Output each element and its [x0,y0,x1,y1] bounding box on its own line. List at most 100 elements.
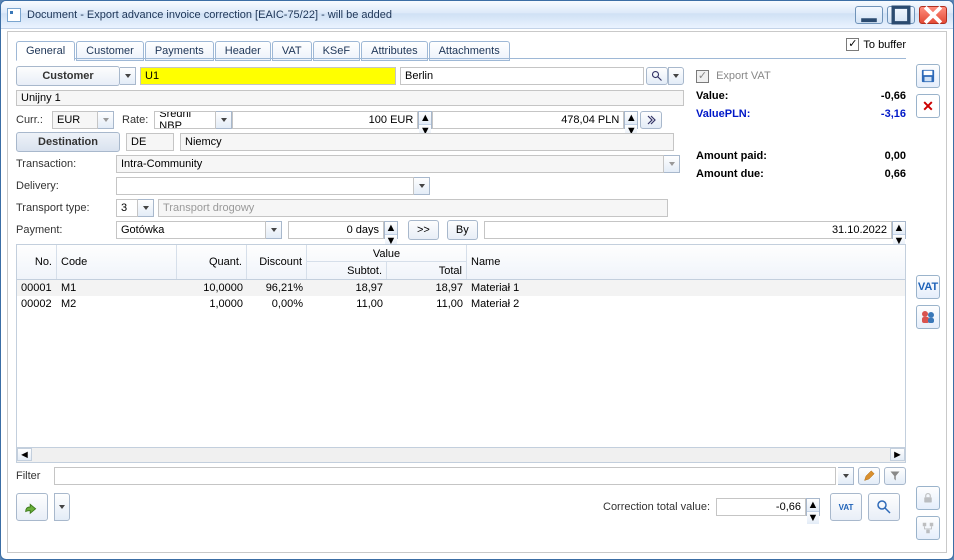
payment-by-button[interactable]: By [447,220,478,240]
col-subtot[interactable]: Subtot. [307,261,387,279]
summary-block: Export VAT Value: -0,66 ValuePLN: -3,16 Am… [696,66,906,184]
import-dropdown[interactable] [54,493,70,521]
rate-label: Rate: [122,114,148,126]
rate-pln-input[interactable]: 478,04 PLN [432,111,624,129]
col-total[interactable]: Total [387,261,467,279]
to-buffer-checkbox[interactable] [846,38,859,51]
export-vat-checkbox [696,70,709,83]
destination-name: Niemcy [180,133,674,151]
delivery-select[interactable] [116,177,414,195]
rate-next-button[interactable] [640,111,662,129]
transaction-value: Intra-Community [116,155,664,173]
app-icon [7,8,21,22]
table-row[interactable]: 00002M21,00000,00%11,0011,00Materiał 2 [17,296,905,312]
transaction-dropdown[interactable] [664,155,680,173]
valuepln-amount: -3,16 [881,108,906,120]
lines-header: No. Code Quant. Discount Value Subtot. T… [16,244,906,280]
payment-date-spinner[interactable]: ▲▼ [892,221,906,239]
minimize-button[interactable] [855,6,883,24]
content: ✕ VAT General Customer Payments Header V… [7,31,947,553]
col-name[interactable]: Name [467,245,905,279]
lock-button[interactable] [916,486,940,510]
due-label: Amount due: [696,168,764,180]
rate-eur-input[interactable]: 100 EUR [232,111,418,129]
filter-input[interactable] [54,467,836,485]
contractor-button[interactable] [916,305,940,329]
rate-pln-spinner[interactable]: ▲▼ [624,111,638,129]
payment-date-input[interactable]: 31.10.2022 [484,221,892,239]
value-label: Value: [696,90,728,102]
payment-method-dropdown[interactable] [266,221,282,239]
col-discount[interactable]: Discount [247,245,307,279]
scroll-right-button[interactable]: ► [890,448,905,461]
vat-sidebar-button[interactable]: VAT [916,275,940,299]
tab-bar: General Customer Payments Header VAT KSe… [16,39,510,59]
filter-edit-button[interactable] [858,467,880,485]
col-quant[interactable]: Quant. [177,245,247,279]
right-sidebar: ✕ VAT [914,64,942,546]
transport-code-input[interactable]: 3 [116,199,138,217]
footer-preview-button[interactable] [868,493,900,521]
transport-desc: Transport drogowy [158,199,668,217]
filter-label: Filter [16,470,52,482]
tab-general[interactable]: General [16,41,75,61]
payment-days-input[interactable]: 0 days [288,221,384,239]
customer-city-input[interactable]: Berlin [400,67,644,85]
customer-code-input[interactable]: U1 [140,67,396,85]
correction-value-input[interactable]: -0,66 [716,498,806,516]
filter-funnel-button[interactable] [884,467,906,485]
delivery-label: Delivery: [16,180,116,192]
correction-label: Correction total value: [603,501,710,513]
footer-vat-button[interactable]: VAT [830,493,862,521]
lines-hscroll[interactable]: ◄ ► [16,448,906,463]
close-button[interactable] [919,6,947,24]
correction-spinner[interactable]: ▲▼ [806,498,820,516]
cancel-button[interactable]: ✕ [916,94,940,118]
valuepln-label: ValuePLN: [696,108,750,120]
import-button[interactable] [16,493,48,521]
table-row[interactable]: 00001M110,000096,21%18,9718,97Materiał 1 [17,280,905,296]
filter-dropdown[interactable] [838,467,854,485]
window-title: Document - Export advance invoice correc… [27,9,392,21]
transport-code-dropdown[interactable] [138,199,154,217]
customer-search-button[interactable] [646,67,668,85]
topbar: General Customer Payments Header VAT KSe… [16,38,906,60]
payment-days-spinner[interactable]: ▲▼ [384,221,398,239]
rate-eur-spinner[interactable]: ▲▼ [418,111,432,129]
to-buffer[interactable]: To buffer [846,38,906,51]
paid-label: Amount paid: [696,150,767,162]
paid-amount: 0,00 [885,150,906,162]
scroll-left-button[interactable]: ◄ [17,448,32,461]
col-no[interactable]: No. [17,245,57,279]
rate-type-select[interactable]: Średni NBP [154,111,216,129]
value-amount: -0,66 [881,90,906,102]
col-code[interactable]: Code [57,245,177,279]
rate-type-dropdown[interactable] [216,111,232,129]
customer-header-button[interactable]: Customer [16,66,120,86]
transport-label: Transport type: [16,202,116,214]
currency-value: EUR [52,111,98,129]
footer-row: Correction total value: -0,66 ▲▼ VAT [16,493,906,521]
last-sidebar-button[interactable] [916,516,940,540]
due-amount: 0,66 [885,168,906,180]
destination-code: DE [126,133,174,151]
customer-search-dropdown[interactable] [668,67,684,85]
payment-go-button[interactable]: >> [408,220,439,240]
to-buffer-label: To buffer [863,39,906,51]
maximize-button[interactable] [887,6,915,24]
delivery-dropdown[interactable] [414,177,430,195]
destination-header-button[interactable]: Destination [16,132,120,152]
titlebar: Document - Export advance invoice correc… [1,1,953,29]
export-vat-label: Export VAT [716,70,771,82]
payment-label: Payment: [16,224,116,236]
customer-menu-dropdown[interactable] [120,67,136,85]
payment-method-select[interactable]: Gotówka [116,221,266,239]
transaction-label: Transaction: [16,158,116,170]
customer-name-display: Unijny 1 [16,90,684,106]
lines-body[interactable]: 00001M110,000096,21%18,9718,97Materiał 1… [16,280,906,448]
currency-label: Curr.: [16,114,52,126]
currency-dropdown[interactable] [98,111,114,129]
window: Document - Export advance invoice correc… [0,0,954,560]
save-button[interactable] [916,64,940,88]
main-panel: Customer U1 Berlin Unijny 1 Curr.: [16,66,906,546]
